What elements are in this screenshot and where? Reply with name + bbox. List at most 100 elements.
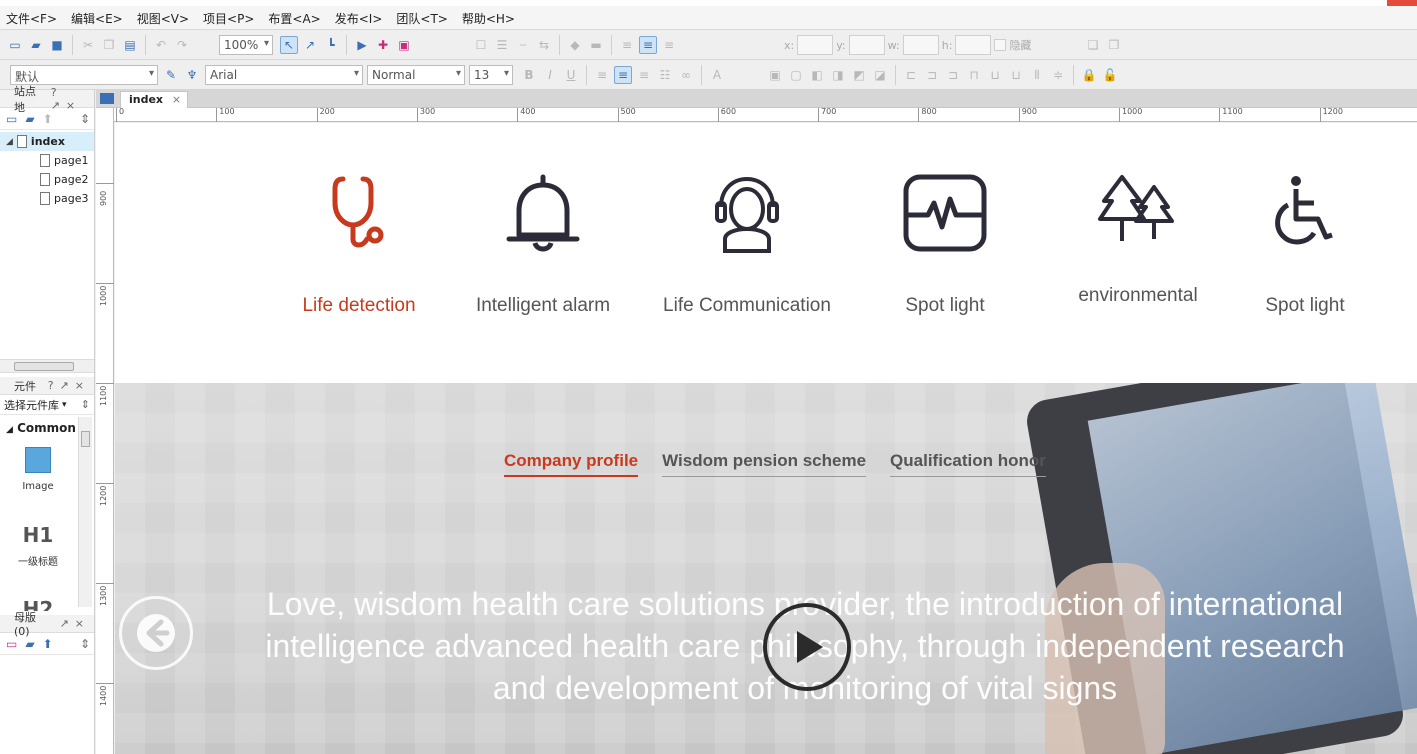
save-icon[interactable]: ■ xyxy=(48,36,66,54)
feature-intelligent-alarm[interactable]: Intelligent alarm xyxy=(453,173,633,317)
preview-icon[interactable]: ▶ xyxy=(353,36,371,54)
send-backward-icon[interactable]: ◪ xyxy=(871,66,889,84)
ungroup-icon[interactable]: ▢ xyxy=(787,66,805,84)
feature-life-communication[interactable]: Life Communication xyxy=(657,173,837,317)
menu-project[interactable]: 项目<P> xyxy=(203,10,254,27)
align-bottom-edge-icon[interactable]: ⊔ xyxy=(1007,66,1025,84)
format-painter-icon[interactable]: ♆ xyxy=(183,66,201,84)
close-icon[interactable]: × xyxy=(172,93,181,106)
connect-pointer-icon[interactable]: ↗ xyxy=(301,36,319,54)
paste-icon[interactable]: ▤ xyxy=(121,36,139,54)
shadow-icon[interactable]: ▬ xyxy=(587,36,605,54)
feature-spot-light-accessibility[interactable]: Spot light xyxy=(1215,173,1395,317)
redo-icon[interactable]: ↷ xyxy=(173,36,191,54)
tree-item-page3[interactable]: page3 xyxy=(0,189,94,208)
new-file-icon[interactable]: ▭ xyxy=(6,36,24,54)
panel-controls-icon[interactable]: ?↗× xyxy=(51,86,90,112)
add-folder-icon[interactable]: ▰ xyxy=(25,112,34,126)
align-left-edge-icon[interactable]: ⊏ xyxy=(902,66,920,84)
tree-item-page1[interactable]: page1 xyxy=(0,151,94,170)
widget-scrollbar[interactable] xyxy=(78,417,92,607)
tree-item-page2[interactable]: page2 xyxy=(0,170,94,189)
menu-edit[interactable]: 编辑<E> xyxy=(71,10,123,27)
prev-slide-button[interactable] xyxy=(119,596,193,670)
widget-image[interactable]: Image xyxy=(0,445,76,492)
design-canvas[interactable]: Life detection Intelligent alarm Life Co… xyxy=(115,123,1417,754)
arrow-style-icon[interactable]: ⇆ xyxy=(535,36,553,54)
scroll-thumb[interactable] xyxy=(81,431,90,447)
select-pointer-icon[interactable]: ↖ xyxy=(280,36,298,54)
expand-arrow-icon[interactable]: ◢ xyxy=(6,137,13,147)
menu-help[interactable]: 帮助<H> xyxy=(462,10,515,27)
widget-h2[interactable]: H2 xyxy=(0,597,76,611)
w-field[interactable] xyxy=(902,35,939,55)
notes-icon[interactable]: ❐ xyxy=(1105,36,1123,54)
tab-index[interactable]: index × xyxy=(120,91,189,108)
collapse-icon[interactable]: ⇕ xyxy=(80,112,90,126)
line-weight-icon[interactable]: ☰ xyxy=(493,36,511,54)
share-icon[interactable]: ✚ xyxy=(374,36,392,54)
font-size-select[interactable]: 13 xyxy=(469,65,513,85)
scroll-thumb[interactable] xyxy=(14,362,74,371)
feature-spot-light-monitor[interactable]: Spot light xyxy=(855,173,1035,317)
menu-team[interactable]: 团队<T> xyxy=(396,10,447,27)
bold-icon[interactable]: B xyxy=(520,66,538,84)
italic-icon[interactable]: I xyxy=(541,66,559,84)
h-field[interactable] xyxy=(955,35,992,55)
x-field[interactable] xyxy=(797,35,834,55)
add-folder-icon[interactable]: ▰ xyxy=(25,637,34,651)
padding-top-icon[interactable]: ≡ xyxy=(618,36,636,54)
align-center-edge-icon[interactable]: ⊐ xyxy=(923,66,941,84)
font-family-select[interactable]: Arial xyxy=(205,65,363,85)
bring-front-icon[interactable]: ◧ xyxy=(808,66,826,84)
window-close-button[interactable] xyxy=(1387,0,1417,6)
publish-icon[interactable]: ▣ xyxy=(395,36,413,54)
unlock-icon[interactable]: 🔓 xyxy=(1101,66,1119,84)
align-right-edge-icon[interactable]: ⊐ xyxy=(944,66,962,84)
align-top-edge-icon[interactable]: ⊓ xyxy=(965,66,983,84)
font-weight-select[interactable]: Normal xyxy=(367,65,465,85)
tab-company-profile[interactable]: Company profile xyxy=(504,451,639,477)
menu-arrange[interactable]: 布置<A> xyxy=(268,10,320,27)
tree-item-index[interactable]: ◢ index xyxy=(0,132,94,151)
distribute-h-icon[interactable]: ⫴ xyxy=(1028,66,1046,84)
cut-icon[interactable]: ✂ xyxy=(79,36,97,54)
collapse-icon[interactable]: ⇕ xyxy=(81,398,90,411)
align-middle-edge-icon[interactable]: ⊔ xyxy=(986,66,1004,84)
move-up-icon[interactable]: ⬆ xyxy=(43,112,53,126)
widget-h1[interactable]: H1 一级标题 xyxy=(0,523,76,568)
zoom-select[interactable]: 100% xyxy=(219,35,273,55)
padding-bottom-icon[interactable]: ≡ xyxy=(660,36,678,54)
open-folder-icon[interactable]: ▰ xyxy=(27,36,45,54)
align-right-icon[interactable]: ≡ xyxy=(635,66,653,84)
add-page-icon[interactable]: ▭ xyxy=(6,112,17,126)
padding-middle-icon[interactable]: ≡ xyxy=(639,36,657,54)
link-icon[interactable]: ∞ xyxy=(677,66,695,84)
font-color-icon[interactable]: A xyxy=(708,66,726,84)
add-master-icon[interactable]: ▭ xyxy=(6,637,17,651)
fill-color-icon[interactable]: ◆ xyxy=(566,36,584,54)
line-style-icon[interactable]: ┄ xyxy=(514,36,532,54)
panel-controls-icon[interactable]: ↗× xyxy=(60,617,90,630)
menu-file[interactable]: 文件<F> xyxy=(6,10,57,27)
panel-controls-icon[interactable]: ?↗× xyxy=(48,379,90,392)
align-left-icon[interactable]: ≡ xyxy=(593,66,611,84)
menu-view[interactable]: 视图<V> xyxy=(137,10,189,27)
tab-qualification-honor[interactable]: Qualification honor xyxy=(890,451,1046,477)
underline-icon[interactable]: U xyxy=(562,66,580,84)
play-video-button[interactable] xyxy=(763,603,851,691)
lock-icon[interactable]: 🔒 xyxy=(1080,66,1098,84)
tab-wisdom-pension-scheme[interactable]: Wisdom pension scheme xyxy=(662,451,867,477)
feature-environmental[interactable]: environmental xyxy=(1048,173,1228,307)
bring-forward-icon[interactable]: ◩ xyxy=(850,66,868,84)
send-back-icon[interactable]: ◨ xyxy=(829,66,847,84)
collapse-icon[interactable]: ⇕ xyxy=(80,637,90,651)
fill-style-icon[interactable]: ☐ xyxy=(472,36,490,54)
y-field[interactable] xyxy=(848,35,885,55)
widget-library-select[interactable]: 选择元件库 ▾ ⇕ xyxy=(0,395,94,415)
undo-icon[interactable]: ↶ xyxy=(152,36,170,54)
properties-icon[interactable]: ❏ xyxy=(1084,36,1102,54)
distribute-v-icon[interactable]: ≑ xyxy=(1049,66,1067,84)
sitemap-toggle-icon[interactable] xyxy=(100,93,114,104)
move-up-icon[interactable]: ⬆ xyxy=(43,637,53,651)
